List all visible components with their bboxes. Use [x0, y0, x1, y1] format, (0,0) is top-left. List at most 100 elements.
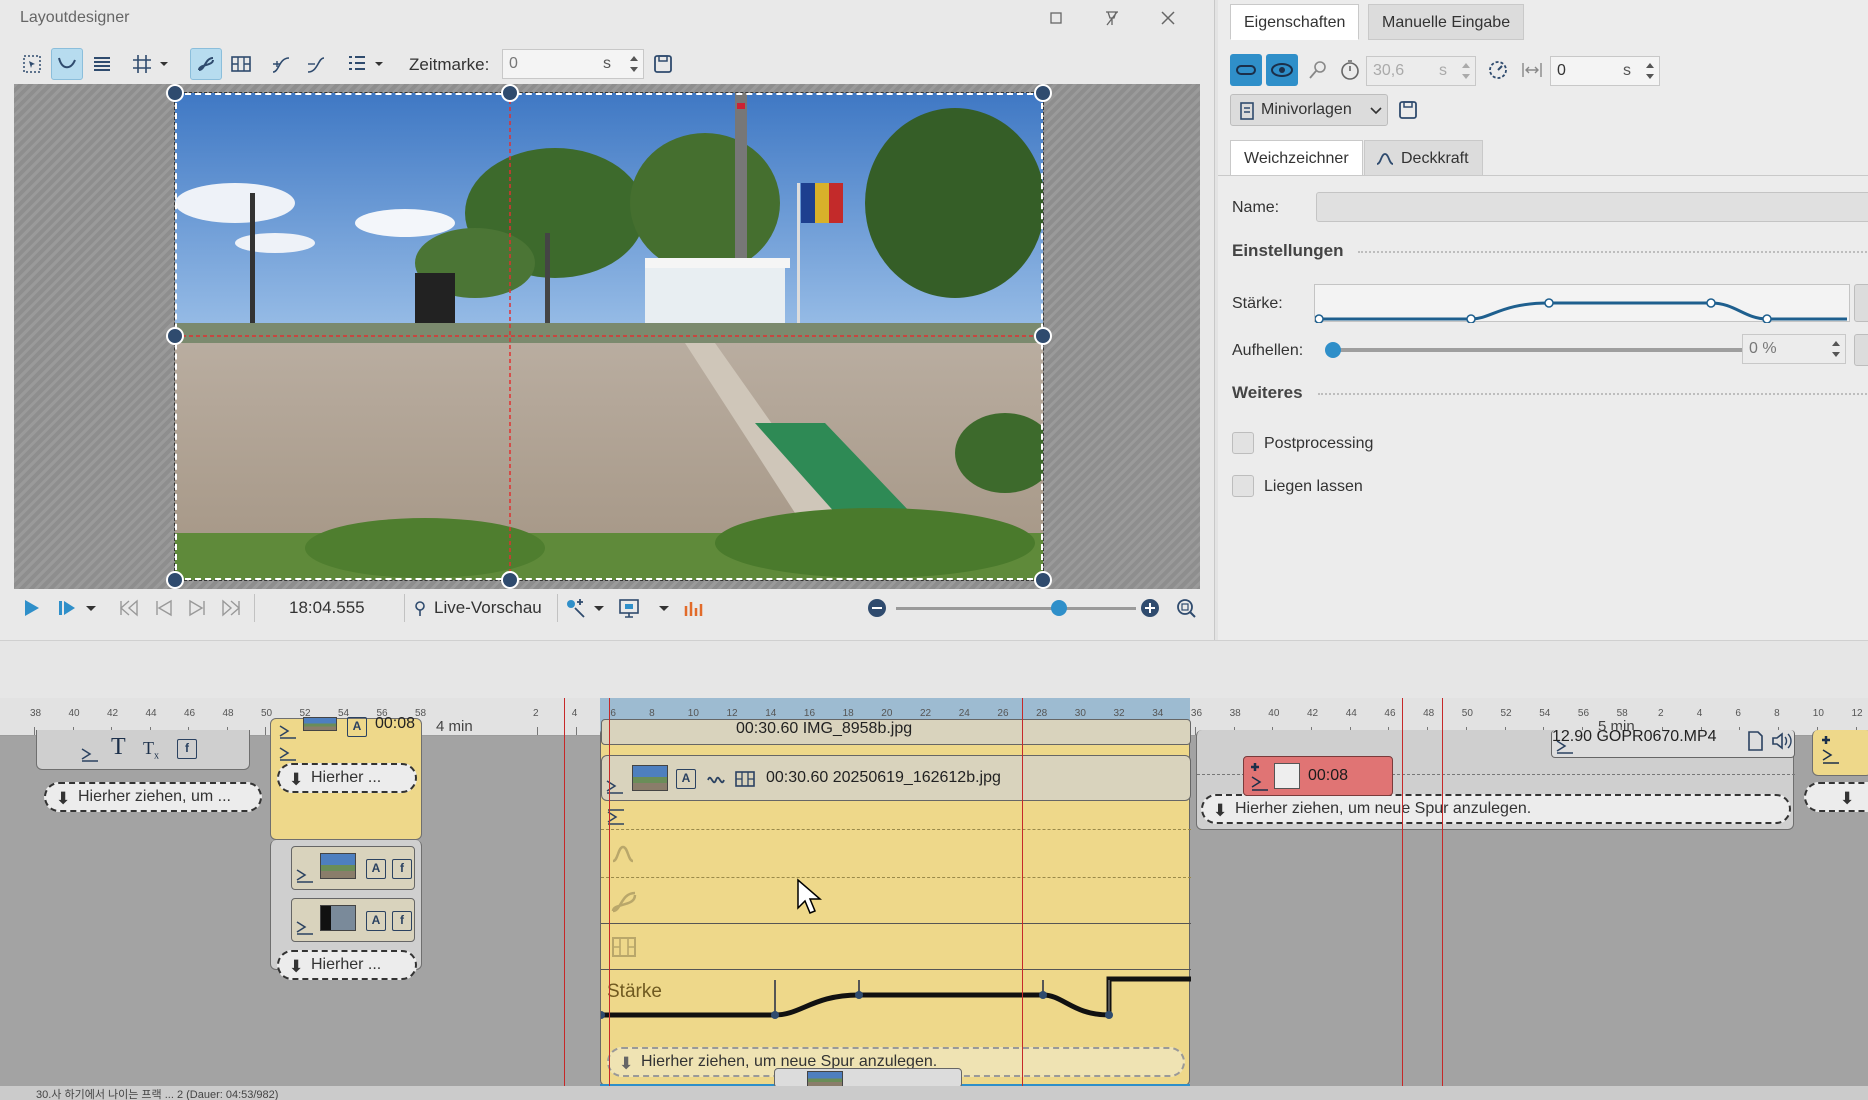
list-dropdown-icon[interactable] [369, 48, 389, 80]
zoom-in-icon[interactable] [1138, 596, 1164, 620]
drop-zone-new-track[interactable]: ⬇ Hierher ... [277, 950, 417, 980]
image-subtracks[interactable]: A f A f ⬇ Hierher ... [270, 840, 422, 980]
speed-icon[interactable] [1482, 54, 1514, 86]
panel-splitter[interactable] [0, 640, 1868, 698]
image-effect-icon[interactable]: A [366, 911, 386, 931]
edge-track[interactable] [1812, 730, 1868, 776]
image-effect-icon[interactable]: A [366, 859, 386, 879]
staerke-edit-button[interactable] [1854, 284, 1868, 322]
text-track[interactable]: T Tx f [36, 730, 250, 770]
monitor-dropdown-icon[interactable] [657, 596, 673, 620]
image-clip[interactable]: A f [291, 898, 415, 942]
maximize-icon[interactable] [1043, 6, 1069, 30]
transition-clip[interactable]: 00:08 [1243, 756, 1393, 796]
play-selection-icon[interactable] [54, 596, 80, 620]
aufhellen-slider-thumb[interactable] [1325, 342, 1341, 358]
marker-line[interactable] [1022, 698, 1023, 1100]
clip-main[interactable]: A 00:30.60 20250619_162612b.jpg [601, 755, 1191, 801]
offset-input[interactable]: 0 s [1550, 56, 1660, 86]
aufhellen-edit-button[interactable] [1854, 334, 1868, 366]
eye-icon[interactable] [1266, 54, 1298, 86]
tab-deckkraft[interactable]: Deckkraft [1364, 140, 1483, 176]
marker-line[interactable] [564, 698, 565, 1100]
spin-arrows-icon[interactable] [629, 52, 639, 76]
resize-handle-top[interactable] [501, 84, 519, 102]
image-clip[interactable]: A f [291, 846, 415, 890]
save-template-icon[interactable] [1392, 94, 1424, 126]
drop-zone-new-track[interactable]: ⬇ Hierher ziehen, um neue Spur anzulegen… [1201, 794, 1791, 824]
spin-arrows-icon[interactable] [1831, 337, 1841, 361]
link-icon[interactable] [1230, 54, 1262, 86]
zoom-out-icon[interactable] [865, 596, 891, 620]
resize-handle-bottom-right[interactable] [1034, 571, 1052, 589]
spin-arrows-icon[interactable] [1461, 59, 1471, 83]
drop-zone-new-track[interactable]: ⬇ [1804, 782, 1868, 812]
zeitmarke-input[interactable]: 0 s [502, 49, 644, 79]
clip-above[interactable]: 00:30.60 IMG_8958b.jpg [601, 719, 1191, 745]
collapse-icon[interactable] [277, 745, 299, 763]
resize-handle-top-right[interactable] [1034, 84, 1052, 102]
resize-handle-bottom[interactable] [501, 571, 519, 589]
gopro-clip[interactable]: 12.90 GOPR0670.MP4 [1551, 728, 1795, 758]
zoom-fit-icon[interactable] [1174, 596, 1200, 620]
ease-in-icon[interactable] [265, 48, 297, 80]
drop-zone-new-track[interactable]: ⬇ Hierher ziehen, um ... [44, 782, 262, 812]
select-tool-icon[interactable] [16, 48, 48, 80]
search-key-icon[interactable] [1302, 54, 1334, 86]
collapse-icon[interactable] [79, 746, 101, 764]
tab-weichzeichner[interactable]: Weichzeichner [1230, 140, 1363, 176]
resize-handle-right[interactable] [1034, 327, 1052, 345]
collapse-icon[interactable] [294, 867, 316, 885]
layers-icon[interactable] [86, 48, 118, 80]
level-meter-icon[interactable] [680, 596, 706, 620]
add-collapse-icon[interactable] [1821, 734, 1841, 766]
play-icon[interactable] [18, 596, 44, 620]
play-dropdown-icon[interactable] [84, 596, 100, 620]
resize-handle-top-left[interactable] [166, 84, 184, 102]
duration-input[interactable]: 30,6 s [1366, 56, 1476, 86]
staerke-keyframe-curve[interactable] [601, 975, 1191, 1035]
resize-handle-left[interactable] [166, 327, 184, 345]
formula-icon[interactable]: f [392, 911, 412, 931]
path-curve-icon[interactable] [609, 889, 641, 917]
marker-line[interactable] [1442, 698, 1443, 1100]
collapse-icon[interactable] [277, 723, 299, 741]
image-effect-icon[interactable]: A [676, 769, 696, 789]
postprocessing-checkbox[interactable] [1232, 432, 1254, 454]
step-forward-icon[interactable] [184, 596, 210, 620]
staerke-curve-editor[interactable] [1314, 284, 1850, 323]
close-icon[interactable] [1155, 6, 1181, 30]
formula-icon[interactable]: f [392, 859, 412, 879]
zoom-slider[interactable] [896, 600, 1136, 616]
monitor-icon[interactable] [617, 596, 643, 620]
collapse-icon[interactable] [294, 919, 316, 937]
formula-icon[interactable]: f [177, 739, 197, 759]
effects-icon[interactable] [563, 596, 589, 620]
resize-handle-bottom-left[interactable] [166, 571, 184, 589]
name-input[interactable] [1316, 192, 1868, 222]
path-tool-icon[interactable] [190, 48, 222, 80]
timeline[interactable]: 4 min 5 min 38 40 42 44 46 48 50 52 54 56 58 2 4 6 8 10… [0, 698, 1868, 1100]
tab-eigenschaften[interactable]: Eigenschaften [1230, 4, 1360, 40]
speaker-icon[interactable] [1770, 730, 1792, 752]
preview-canvas[interactable] [14, 84, 1200, 589]
marker-line[interactable] [609, 698, 610, 1100]
clip-below[interactable] [774, 1068, 962, 1088]
opacity-curve-icon[interactable] [609, 841, 641, 869]
image-effect-icon[interactable]: A [347, 717, 367, 737]
liegen-lassen-checkbox[interactable] [1232, 475, 1254, 497]
pin-icon[interactable] [1099, 6, 1125, 30]
add-collapse-icon[interactable] [1250, 761, 1270, 793]
audio-wave-icon[interactable] [706, 768, 728, 790]
selected-image-group[interactable]: 00:30.60 IMG_8958b.jpg A 00:30.60 202506… [600, 719, 1191, 1086]
collapse-icon[interactable] [604, 778, 626, 796]
effects-dropdown-icon[interactable] [592, 596, 608, 620]
minivorlagen-dropdown[interactable]: Minivorlagen [1230, 94, 1388, 126]
save-icon[interactable] [647, 48, 679, 80]
frame-curve-icon[interactable] [609, 933, 641, 961]
live-preview-icon[interactable] [410, 596, 430, 620]
frame-icon[interactable] [225, 48, 257, 80]
tab-manuelle-eingabe[interactable]: Manuelle Eingabe [1368, 4, 1525, 40]
curve-tool-icon[interactable] [51, 48, 83, 80]
step-back-icon[interactable] [151, 596, 177, 620]
